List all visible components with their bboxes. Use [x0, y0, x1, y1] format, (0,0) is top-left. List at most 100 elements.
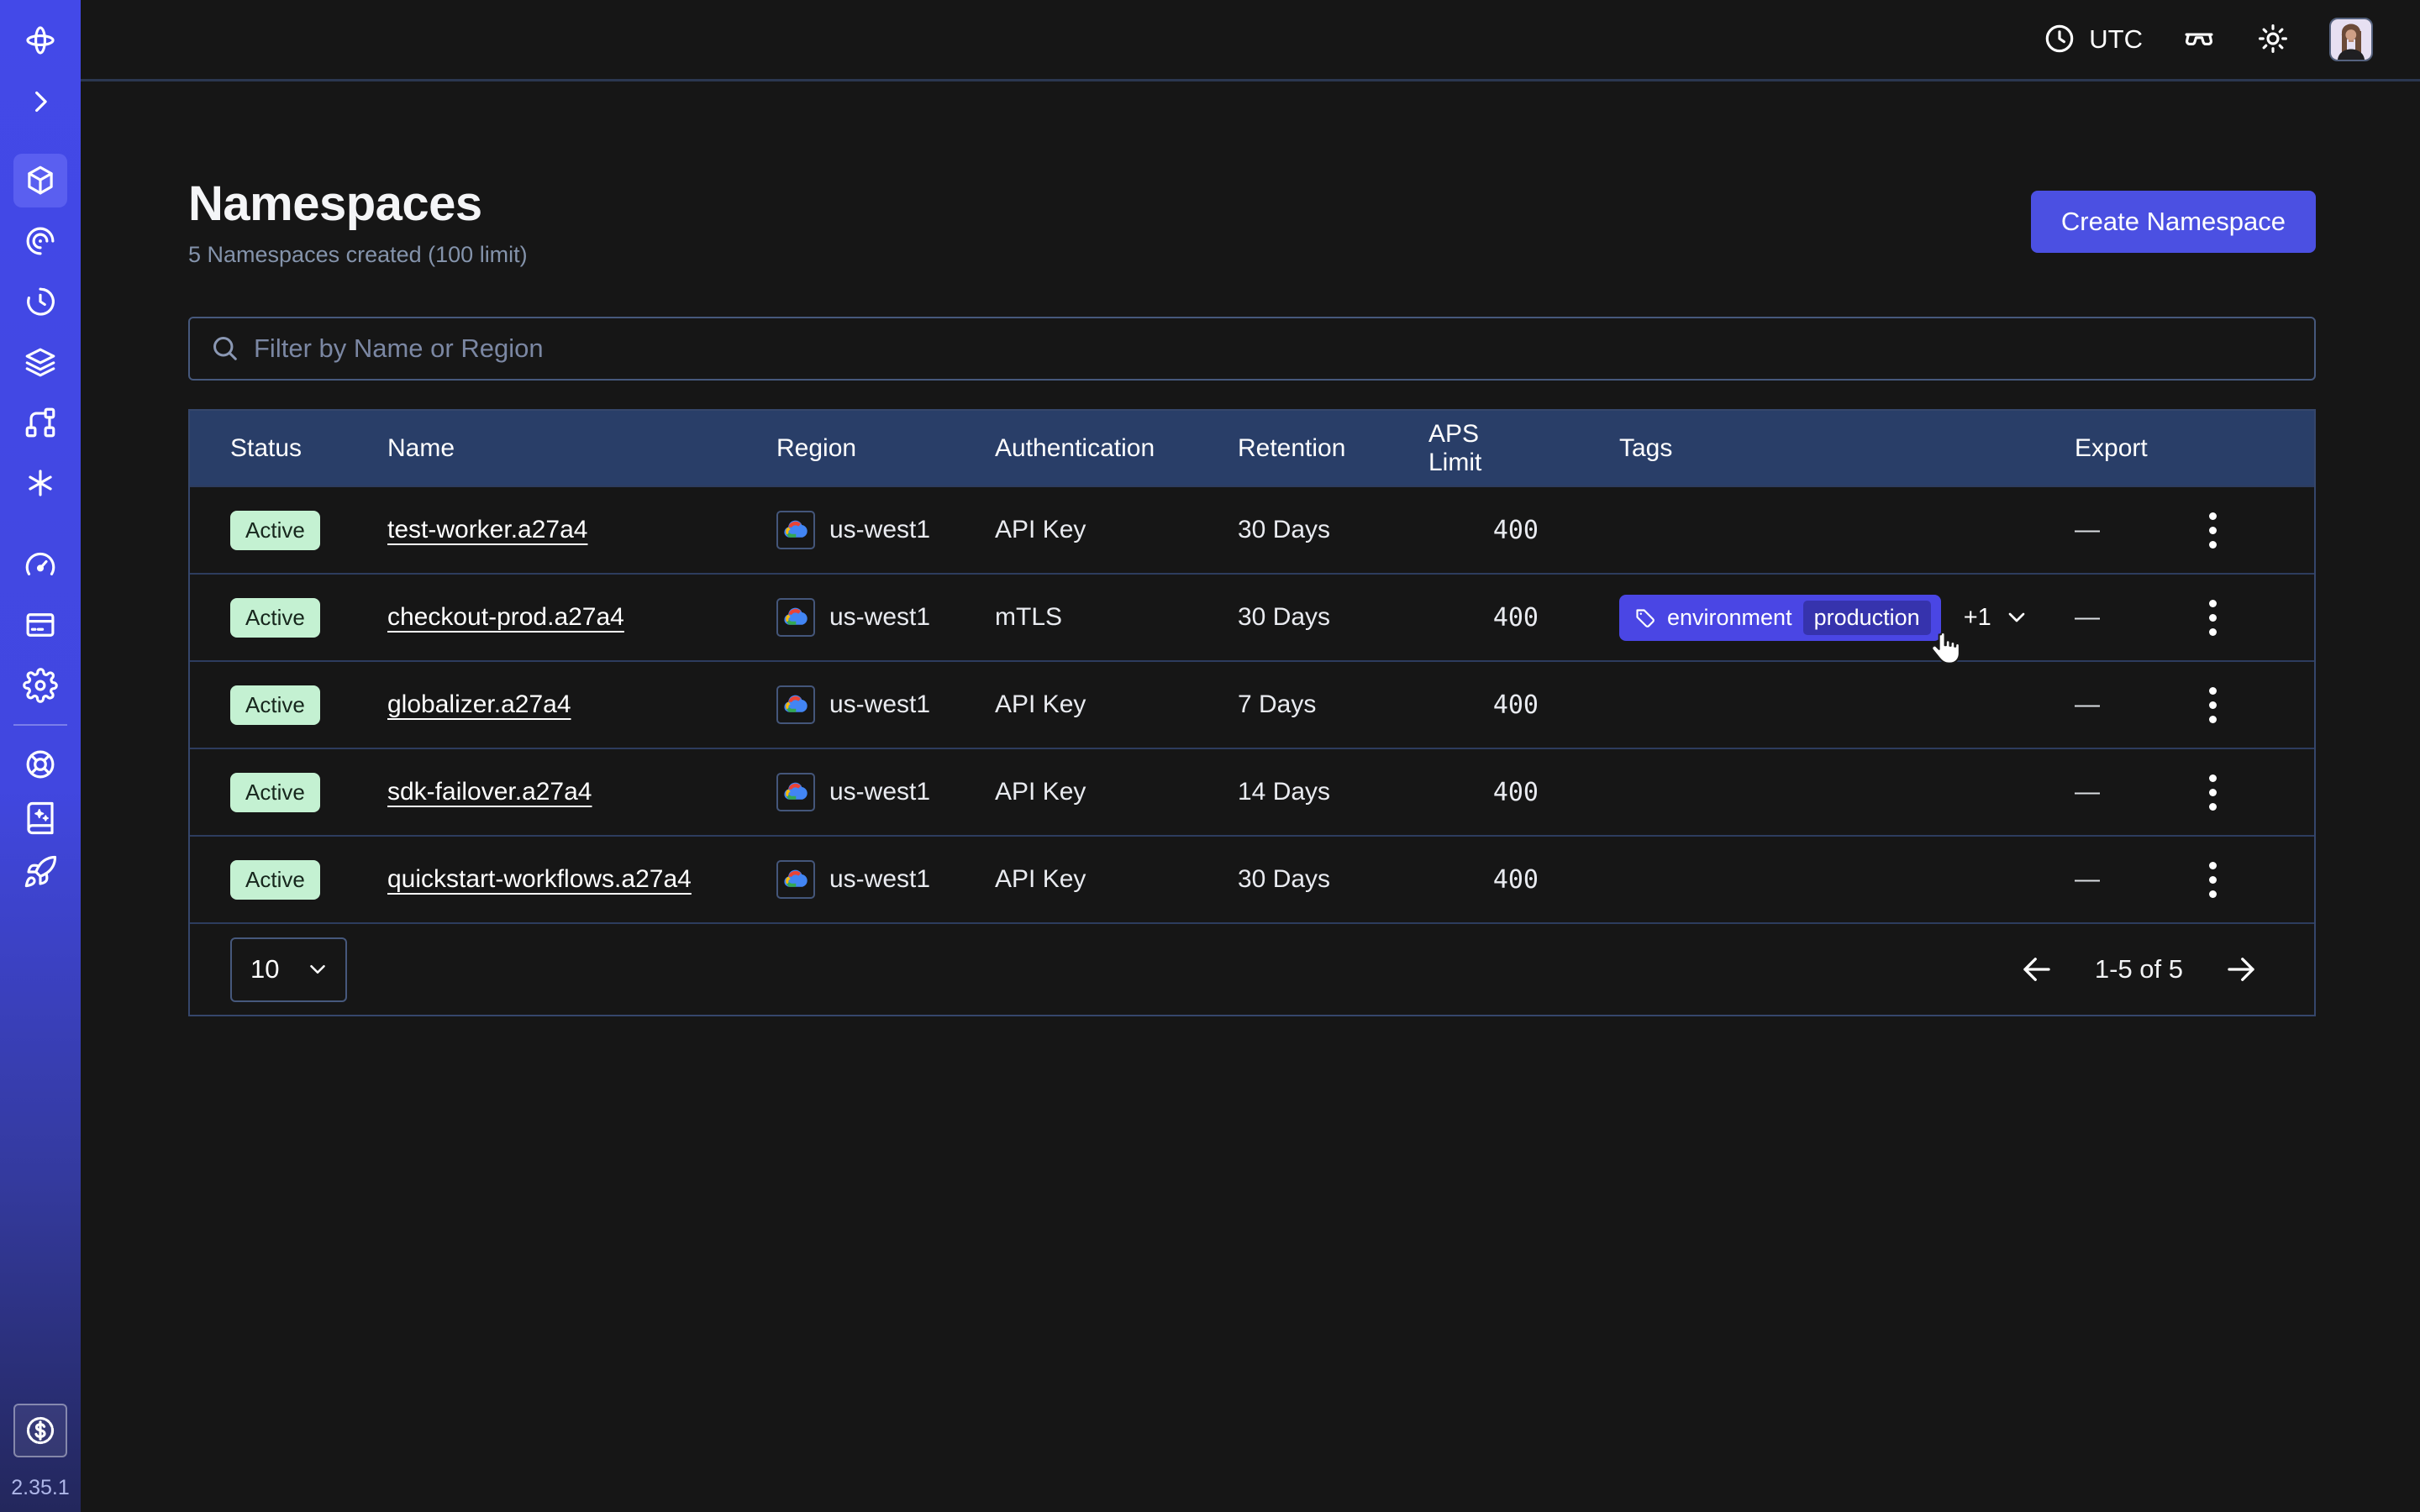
sidebar-item-workflows[interactable] — [13, 214, 67, 268]
tag-value: production — [1803, 601, 1931, 635]
retention-cell: 7 Days — [1238, 690, 1428, 719]
authentication-cell: API Key — [995, 778, 1238, 806]
sidebar-account-group — [13, 538, 67, 712]
sidebar-item-billing[interactable] — [13, 598, 67, 652]
sidebar-item-support[interactable] — [13, 738, 67, 791]
authentication-cell: API Key — [995, 690, 1238, 719]
docs-book-icon — [23, 801, 58, 836]
create-namespace-button[interactable]: Create Namespace — [2031, 191, 2316, 253]
table-row: Active quickstart-workflows.a27a4 us-wes… — [190, 835, 2314, 922]
support-lifebuoy-icon — [23, 747, 58, 782]
search-icon — [210, 333, 240, 364]
namespaces-cube-icon — [23, 163, 58, 198]
sidebar-item-getting-started[interactable] — [13, 845, 67, 899]
region-cell: us-west1 — [776, 685, 995, 724]
name-cell: globalizer.a27a4 — [387, 690, 776, 719]
app-version: 2.35.1 — [11, 1476, 70, 1500]
region-cell: us-west1 — [776, 773, 995, 811]
filter-bar — [188, 317, 2316, 381]
name-cell: checkout-prod.a27a4 — [387, 603, 776, 632]
chevron-down-icon — [305, 957, 330, 982]
sidebar-item-home[interactable] — [13, 13, 67, 67]
sidebar-item-nexus[interactable] — [13, 456, 67, 510]
billing-card-icon — [23, 607, 58, 643]
tag-pill[interactable]: environment production — [1619, 595, 1941, 641]
row-menu-button[interactable] — [2201, 853, 2225, 906]
status-badge: Active — [230, 685, 320, 725]
tag-key: environment — [1667, 605, 1792, 631]
workflows-spiral-icon — [23, 223, 58, 259]
column-header-aps-limit: APS Limit — [1428, 420, 1539, 477]
sidebar-help-group — [13, 738, 67, 899]
namespace-link[interactable]: sdk-failover.a27a4 — [387, 778, 592, 806]
page-size-value: 10 — [250, 954, 279, 984]
table-body: Active test-worker.a27a4 us-west1 API Ke… — [190, 486, 2314, 922]
tags-group: environment production +1 — [1619, 595, 2030, 641]
namespace-link[interactable]: test-worker.a27a4 — [387, 516, 587, 543]
row-menu-button[interactable] — [2201, 504, 2225, 557]
nexus-asterisk-icon — [23, 465, 58, 501]
sidebar-item-plan[interactable] — [13, 1404, 67, 1457]
tag-icon — [1634, 606, 1656, 629]
temporal-logo — [23, 23, 58, 58]
tag-more-count: +1 — [1964, 604, 1991, 632]
glasses-icon — [2181, 21, 2217, 59]
plan-dollar-icon — [23, 1413, 58, 1448]
region-cell: us-west1 — [776, 598, 995, 637]
status-badge: Active — [230, 773, 320, 812]
authentication-cell: API Key — [995, 865, 1238, 894]
sidebar-item-settings[interactable] — [13, 659, 67, 712]
gcp-cloud-icon — [776, 598, 815, 637]
page-subtitle: 5 Namespaces created (100 limit) — [188, 242, 528, 268]
previous-page-button[interactable] — [2019, 952, 2054, 987]
timezone-button[interactable]: UTC — [2042, 21, 2143, 59]
export-cell: — — [2075, 766, 2274, 819]
settings-gear-icon — [23, 668, 58, 703]
namespace-link[interactable]: checkout-prod.a27a4 — [387, 603, 624, 631]
column-header-status: Status — [230, 434, 387, 463]
topbar: UTC — [81, 0, 2420, 81]
user-avatar[interactable] — [2329, 18, 2373, 61]
table-row: Active test-worker.a27a4 us-west1 API Ke… — [190, 486, 2314, 573]
region-label: us-west1 — [829, 690, 930, 719]
name-cell: sdk-failover.a27a4 — [387, 778, 776, 806]
usage-gauge-icon — [23, 547, 58, 582]
filter-input[interactable] — [254, 333, 2294, 364]
tags-expand-button[interactable] — [2003, 604, 2030, 631]
sidebar-item-usage[interactable] — [13, 538, 67, 591]
chevron-right-icon — [23, 84, 58, 119]
column-header-retention: Retention — [1238, 434, 1428, 463]
name-cell: test-worker.a27a4 — [387, 516, 776, 544]
namespace-link[interactable]: globalizer.a27a4 — [387, 690, 571, 718]
gcp-cloud-icon — [776, 860, 815, 899]
labs-button[interactable] — [2181, 21, 2217, 59]
row-menu-button[interactable] — [2201, 591, 2225, 644]
authentication-cell: API Key — [995, 516, 1238, 544]
column-header-region: Region — [776, 434, 995, 463]
sidebar-expand-button[interactable] — [13, 75, 67, 129]
gcp-cloud-icon — [776, 511, 815, 549]
column-header-tags: Tags — [1539, 434, 2075, 463]
region-label: us-west1 — [829, 516, 930, 544]
sidebar-item-namespaces[interactable] — [13, 154, 67, 207]
aps-limit-cell: 400 — [1493, 603, 1539, 633]
sidebar-item-schedules[interactable] — [13, 275, 67, 328]
namespace-link[interactable]: quickstart-workflows.a27a4 — [387, 865, 692, 893]
status-cell: Active — [230, 598, 387, 638]
column-header-authentication: Authentication — [995, 434, 1238, 463]
page-size-select[interactable]: 10 — [230, 937, 347, 1002]
page-header: Namespaces 5 Namespaces created (100 lim… — [188, 176, 2316, 268]
status-badge: Active — [230, 511, 320, 550]
authentication-cell: mTLS — [995, 603, 1238, 632]
status-cell: Active — [230, 511, 387, 550]
row-menu-button[interactable] — [2201, 766, 2225, 819]
export-cell: — — [2075, 591, 2274, 644]
sidebar-item-batch-operations[interactable] — [13, 396, 67, 449]
tags-cell: environment production +1 — [1539, 595, 2075, 641]
sidebar-item-deployments[interactable] — [13, 335, 67, 389]
row-menu-button[interactable] — [2201, 679, 2225, 732]
schedules-clock-icon — [23, 284, 58, 319]
next-page-button[interactable] — [2223, 952, 2259, 987]
theme-toggle-button[interactable] — [2255, 21, 2291, 59]
sidebar-item-docs[interactable] — [13, 791, 67, 845]
